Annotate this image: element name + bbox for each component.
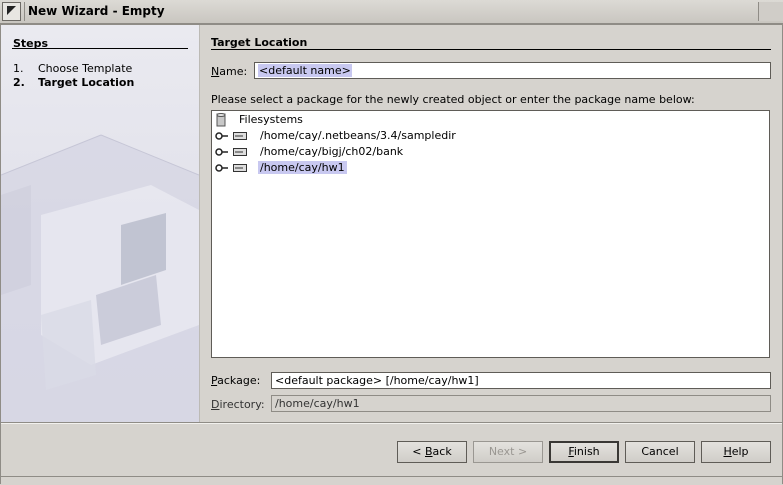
- name-input[interactable]: <default name>: [254, 62, 771, 79]
- package-input[interactable]: <default package> [/home/cay/hw1]: [271, 372, 771, 389]
- section-divider: [211, 49, 771, 50]
- window-title: New Wizard - Empty: [28, 4, 165, 18]
- title-separator: [24, 2, 25, 21]
- name-value: <default name>: [258, 64, 352, 77]
- directory-field: /home/cay/hw1: [271, 395, 771, 412]
- instruction-text: Please select a package for the newly cr…: [211, 93, 695, 106]
- expand-key-icon[interactable]: [215, 130, 229, 145]
- step-item-choose-template: 1. Choose Template: [13, 62, 132, 75]
- section-title: Target Location: [211, 36, 308, 49]
- tree-item-label: /home/cay/.netbeans/3.4/sampledir: [260, 129, 456, 142]
- step-label: Target Location: [38, 76, 135, 89]
- cancel-button[interactable]: Cancel: [625, 441, 695, 463]
- name-label: Name:: [211, 65, 248, 78]
- window-menu-icon[interactable]: [2, 2, 21, 21]
- help-button[interactable]: Help: [701, 441, 771, 463]
- expand-key-icon[interactable]: [215, 146, 229, 161]
- finish-button[interactable]: Finish: [549, 441, 619, 463]
- next-button[interactable]: Next >: [473, 441, 543, 463]
- step-label: Choose Template: [38, 62, 133, 75]
- drive-icon: [233, 131, 247, 144]
- tree-root-label: Filesystems: [239, 113, 303, 126]
- step-number: 2.: [13, 76, 25, 89]
- window-control-button[interactable]: [758, 2, 783, 21]
- package-label: Package:: [211, 374, 261, 387]
- tree-item-label: /home/cay/bigj/ch02/bank: [260, 145, 404, 158]
- filesystems-icon: [214, 113, 228, 130]
- step-number: 1.: [13, 62, 24, 75]
- title-bar[interactable]: New Wizard - Empty: [0, 0, 783, 24]
- tree-item-label: /home/cay/hw1: [258, 161, 347, 174]
- steps-divider: [12, 48, 188, 49]
- back-button[interactable]: < Back: [397, 441, 467, 463]
- directory-label: Directory:: [211, 398, 265, 411]
- step-item-target-location: 2. Target Location: [13, 76, 134, 89]
- drive-icon: [233, 147, 247, 160]
- expand-key-icon[interactable]: [215, 162, 229, 177]
- package-tree[interactable]: Filesystems /home/cay/.netbeans/3.4/samp…: [211, 110, 770, 358]
- button-bar-divider-highlight: [1, 423, 782, 424]
- drive-icon: [233, 163, 247, 176]
